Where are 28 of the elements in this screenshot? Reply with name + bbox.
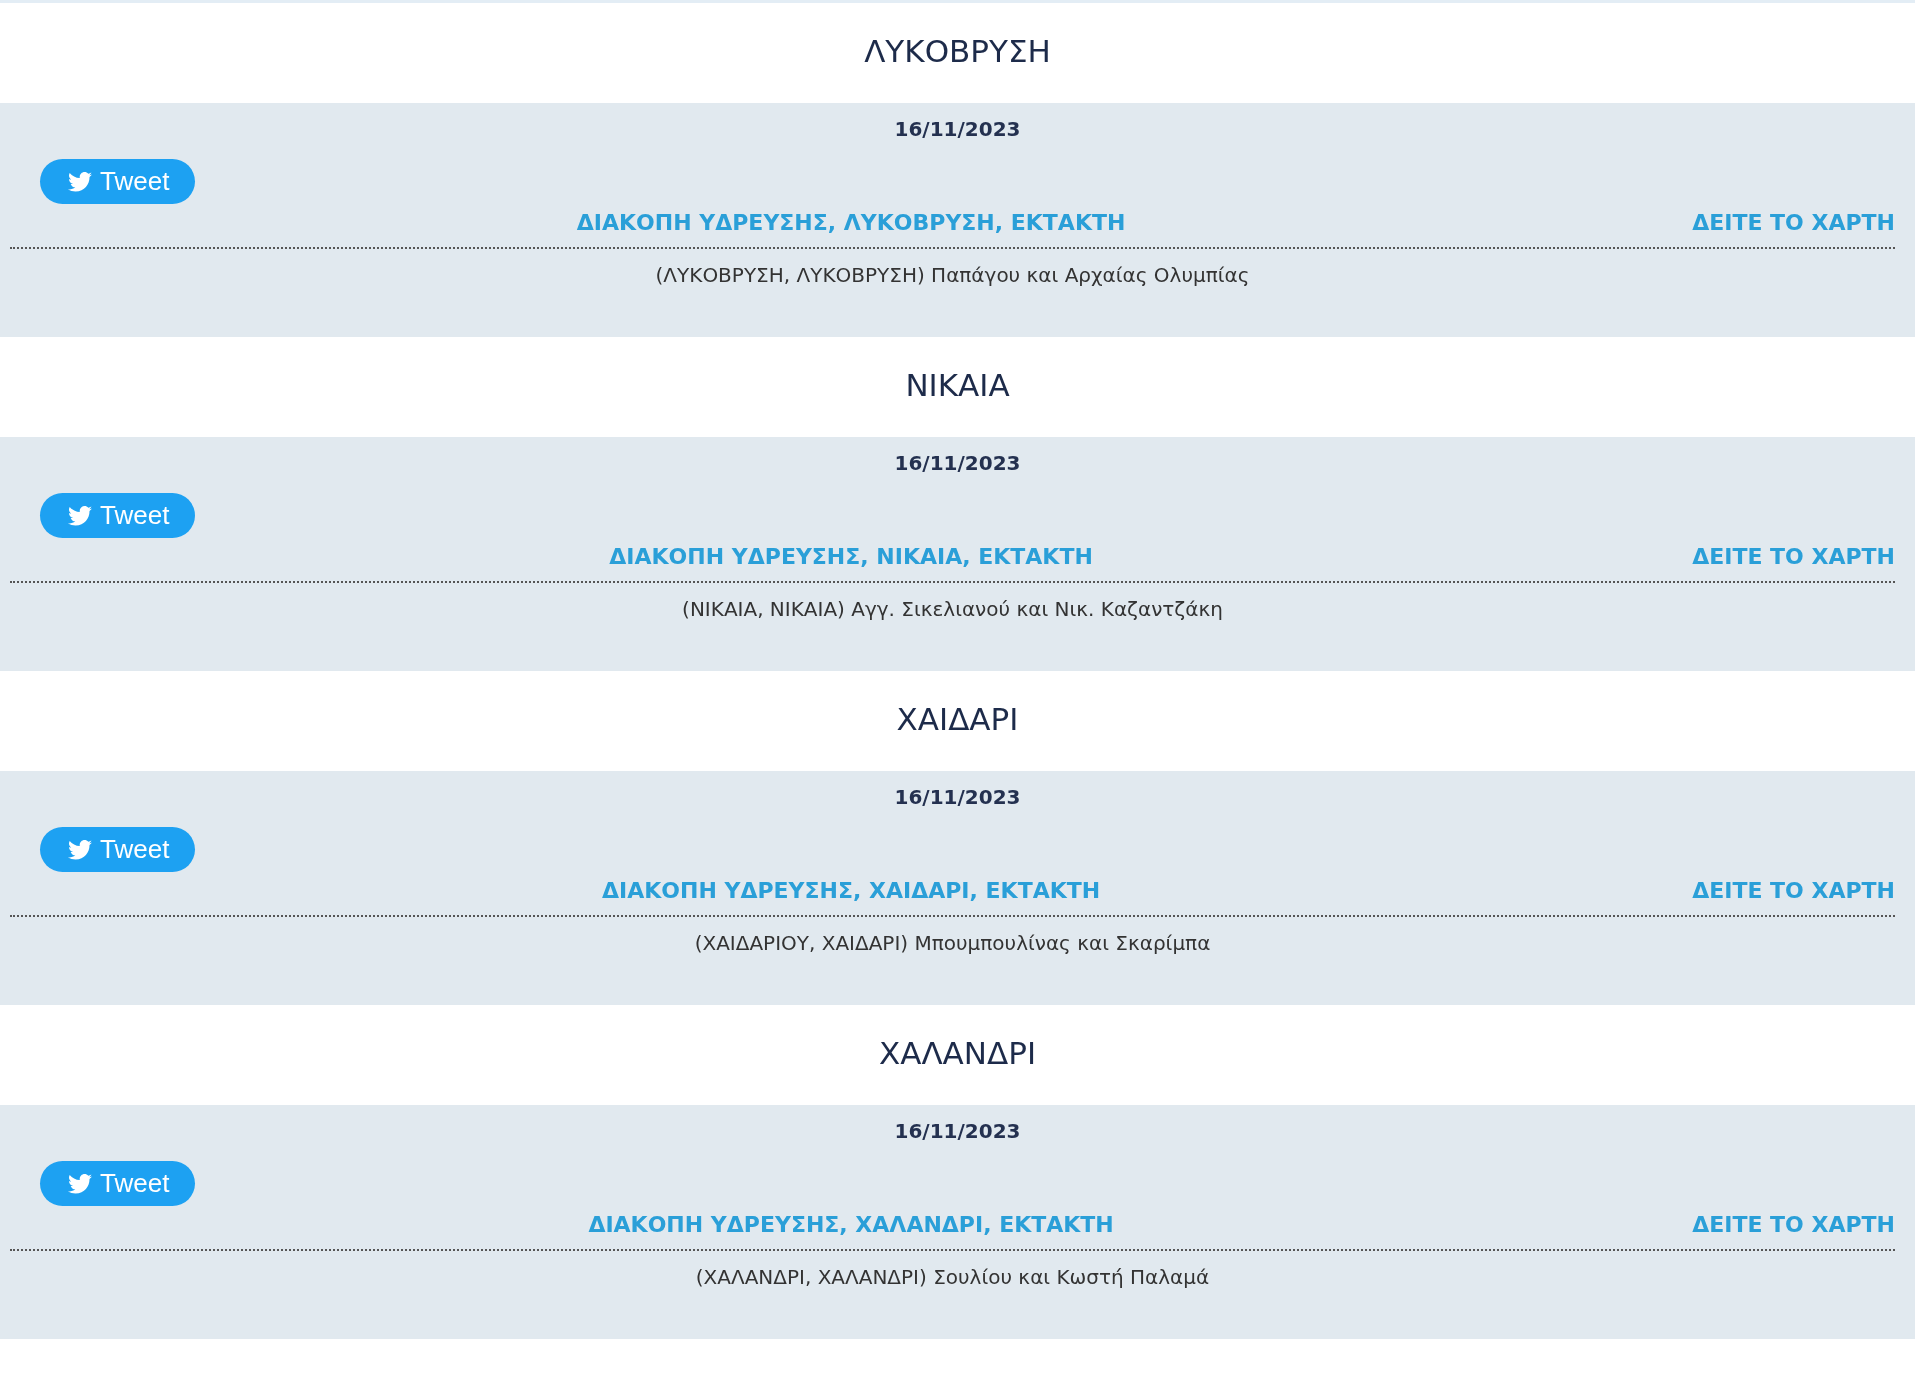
outage-date: 16/11/2023	[893, 116, 1022, 143]
map-link[interactable]: ΔΕΙΤΕ ΤΟ ΧΑΡΤΗ	[1692, 210, 1895, 235]
bird-icon	[68, 171, 92, 192]
tweet-button[interactable]: Tweet	[40, 159, 196, 204]
outage-date: 16/11/2023	[893, 784, 1022, 811]
outage-title-link[interactable]: ΔΙΑΚΟΠΗ ΥΔΡΕΥΣΗΣ, ΝΙΚΑΙΑ, ΕΚΤΑΚΤΗ	[10, 544, 1693, 569]
outage-address: (ΧΑΙΔΑΡΙΟΥ, ΧΑΙΔΑΡΙ) Μπουμπουλίνας και Σκαρίμπα	[693, 930, 1212, 955]
outage-address: (ΝΙΚΑΙΑ, ΝΙΚΑΙΑ) Αγγ. Σικελιανού και Νικ. Καζαντζάκη	[681, 596, 1224, 621]
section-heading: ΧΑΛΑΝΔΡΙ	[877, 1034, 1038, 1073]
outage-title-link[interactable]: ΔΙΑΚΟΠΗ ΥΔΡΕΥΣΗΣ, ΧΑΛΑΝΔΡΙ, ΕΚΤΑΚΤΗ	[10, 1212, 1693, 1237]
outage-title-link[interactable]: ΔΙΑΚΟΠΗ ΥΔΡΕΥΣΗΣ, ΛΥΚΟΒΡΥΣΗ, ΕΚΤΑΚΤΗ	[10, 210, 1693, 235]
outage-title-link[interactable]: ΔΙΑΚΟΠΗ ΥΔΡΕΥΣΗΣ, ΧΑΙΔΑΡΙ, ΕΚΤΑΚΤΗ	[10, 878, 1693, 903]
map-link[interactable]: ΔΕΙΤΕ ΤΟ ΧΑΡΤΗ	[1692, 878, 1895, 903]
tweet-button[interactable]: Tweet	[40, 493, 196, 538]
section-heading: ΝΙΚΑΙΑ	[904, 366, 1011, 405]
outage-address: (ΧΑΛΑΝΔΡΙ, ΧΑΛΑΝΔΡΙ) Σουλίου και Κωστή Παλαμά	[694, 1264, 1211, 1289]
outage-date: 16/11/2023	[893, 1118, 1022, 1145]
section-heading: ΛΥΚΟΒΡΥΣΗ	[863, 32, 1052, 71]
section-heading: ΧΑΙΔΑΡΙ	[895, 700, 1020, 739]
map-link[interactable]: ΔΕΙΤΕ ΤΟ ΧΑΡΤΗ	[1692, 1212, 1895, 1237]
tweet-button[interactable]: Tweet	[40, 827, 196, 872]
outage-address: (ΛΥΚΟΒΡΥΣΗ, ΛΥΚΟΒΡΥΣΗ) Παπάγου και Αρχαίας Ολυμπίας	[654, 262, 1251, 287]
bird-icon	[68, 839, 92, 860]
map-link[interactable]: ΔΕΙΤΕ ΤΟ ΧΑΡΤΗ	[1692, 544, 1895, 569]
bird-icon	[68, 505, 92, 526]
bird-icon	[68, 1173, 92, 1194]
outage-date: 16/11/2023	[893, 450, 1022, 477]
tweet-button[interactable]: Tweet	[40, 1161, 196, 1206]
